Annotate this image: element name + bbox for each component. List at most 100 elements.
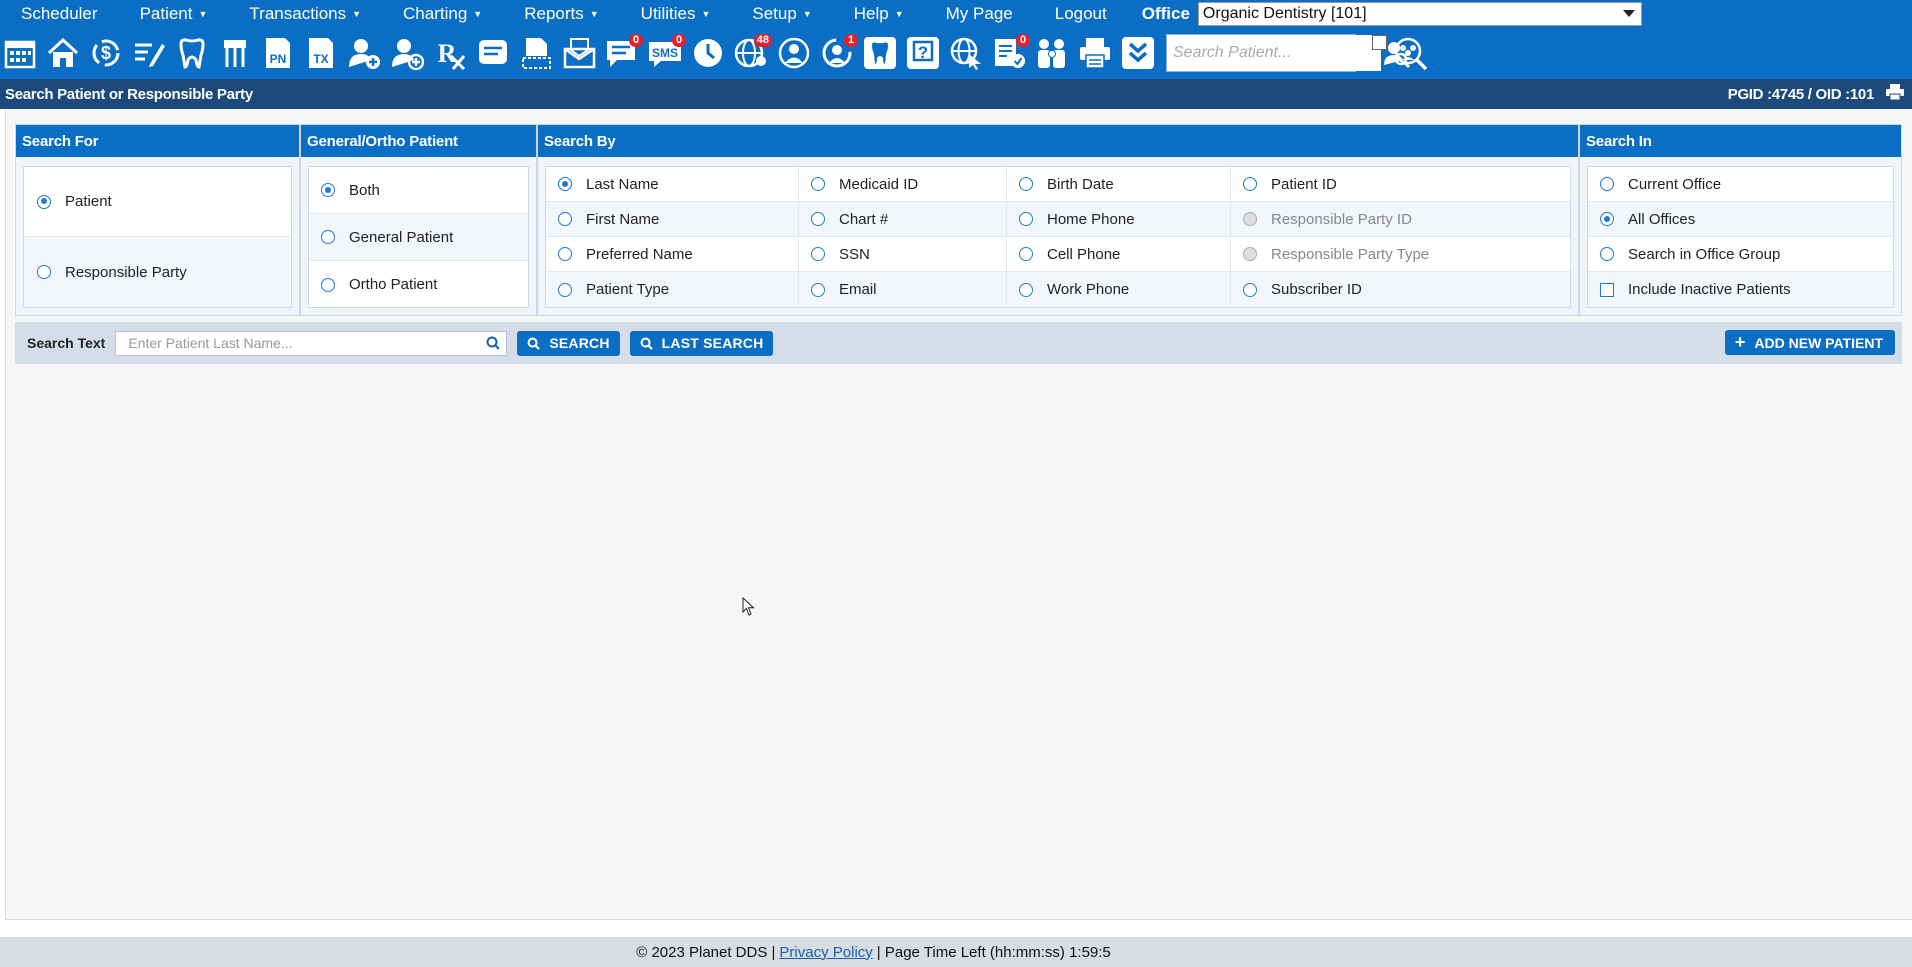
- menu-logout[interactable]: Logout: [1034, 4, 1128, 24]
- radio-button[interactable]: [321, 183, 335, 197]
- radio-button[interactable]: [558, 177, 572, 191]
- treatment-icon[interactable]: TX: [303, 33, 339, 73]
- search-text-field[interactable]: [115, 330, 508, 356]
- radio-button[interactable]: [1600, 247, 1614, 261]
- forms-icon[interactable]: 0: [991, 33, 1030, 73]
- menu-scheduler[interactable]: Scheduler: [0, 4, 119, 24]
- radio-birth-date[interactable]: Birth Date: [1007, 167, 1231, 201]
- radio-button[interactable]: [1019, 282, 1033, 297]
- radio-button[interactable]: [1019, 177, 1033, 191]
- calendar-icon[interactable]: [2, 33, 38, 73]
- radio-button[interactable]: [558, 282, 572, 297]
- globe-icon[interactable]: [776, 33, 812, 73]
- add-responsible-icon[interactable]: [389, 33, 425, 73]
- search-text-input[interactable]: [128, 335, 481, 351]
- radio-patient-id[interactable]: Patient ID: [1231, 167, 1570, 201]
- radio-button[interactable]: [1600, 212, 1614, 226]
- radio-button[interactable]: [321, 230, 335, 244]
- web-icon[interactable]: [948, 33, 984, 73]
- radio-button[interactable]: [558, 247, 572, 261]
- sms-icon[interactable]: SMS 0: [647, 33, 686, 73]
- search-by-row: Last Name Medicaid ID Birth Date Patient ID: [546, 167, 1570, 202]
- radio-ortho-patient[interactable]: Ortho Patient: [309, 261, 528, 308]
- office-select[interactable]: Organic Dentistry [101]: [1197, 1, 1642, 26]
- radio-first-name[interactable]: First Name: [546, 202, 799, 236]
- menu-utilities[interactable]: Utilities ▼: [620, 4, 732, 24]
- print-icon[interactable]: [1077, 33, 1113, 73]
- dollar-icon[interactable]: $: [88, 33, 124, 73]
- help-tile-icon[interactable]: ?: [905, 33, 941, 73]
- radio-button[interactable]: [558, 212, 572, 226]
- search-button[interactable]: SEARCH: [517, 330, 620, 356]
- radio-current-office[interactable]: Current Office: [1588, 167, 1893, 202]
- radio-button[interactable]: [811, 177, 825, 191]
- search-magnifier-icon[interactable]: [480, 336, 506, 350]
- radio-button[interactable]: [811, 212, 825, 226]
- mail-icon[interactable]: [561, 33, 597, 73]
- include-inactive-checkbox-option[interactable]: Include Inactive Patients: [1588, 272, 1893, 307]
- family-icon[interactable]: [1034, 33, 1070, 73]
- include-inactive-checkbox[interactable]: [1600, 282, 1614, 297]
- radio-responsible-party[interactable]: Responsible Party: [24, 237, 291, 307]
- online-patients-icon[interactable]: 48: [733, 33, 772, 73]
- radio-home-phone[interactable]: Home Phone: [1007, 202, 1231, 236]
- tooth-icon[interactable]: [174, 33, 210, 73]
- menu-setup[interactable]: Setup ▼: [731, 4, 832, 24]
- patient-quick-search[interactable]: [1166, 34, 1411, 72]
- menu-transactions[interactable]: Transactions ▼: [228, 4, 382, 24]
- radio-patient-type[interactable]: Patient Type: [546, 272, 799, 307]
- tooth-roots-icon[interactable]: [217, 33, 253, 73]
- menu-patient[interactable]: Patient ▼: [119, 4, 229, 24]
- toolbar-checkbox[interactable]: [1372, 35, 1387, 50]
- radio-cell-phone[interactable]: Cell Phone: [1007, 237, 1231, 271]
- radio-preferred-name[interactable]: Preferred Name: [546, 237, 799, 271]
- add-new-patient-button[interactable]: + ADD NEW PATIENT: [1724, 330, 1895, 355]
- radio-button[interactable]: [811, 282, 825, 297]
- radio-button[interactable]: [1600, 177, 1614, 191]
- clock-icon[interactable]: [690, 33, 726, 73]
- expand-icon[interactable]: [1120, 33, 1156, 73]
- radio-button[interactable]: [37, 265, 51, 279]
- menu-help[interactable]: Help ▼: [833, 4, 925, 24]
- progress-notes-icon[interactable]: PN: [260, 33, 296, 73]
- radio-button[interactable]: [37, 194, 51, 209]
- radio-ssn[interactable]: SSN: [799, 237, 1007, 271]
- home-icon[interactable]: [45, 33, 81, 73]
- radio-button[interactable]: [1243, 177, 1257, 191]
- radio-all-offices[interactable]: All Offices: [1588, 202, 1893, 237]
- menu-my-page[interactable]: My Page: [925, 4, 1034, 24]
- search-icon: [527, 337, 541, 350]
- radio-search-in-office-group[interactable]: Search in Office Group: [1588, 237, 1893, 272]
- group-search-icon[interactable]: [1393, 33, 1429, 73]
- radio-last-name[interactable]: Last Name: [546, 167, 799, 201]
- last-search-button[interactable]: LAST SEARCH: [629, 330, 774, 356]
- radio-email[interactable]: Email: [799, 272, 1007, 307]
- radio-chart[interactable]: Chart #: [799, 202, 1007, 236]
- add-patient-icon[interactable]: [346, 33, 382, 73]
- edit-list-icon[interactable]: [131, 33, 167, 73]
- radio-work-phone[interactable]: Work Phone: [1007, 272, 1231, 307]
- radio-patient[interactable]: Patient: [24, 167, 291, 237]
- radio-medicaid-id[interactable]: Medicaid ID: [799, 167, 1007, 201]
- search-by-row: Preferred Name SSN Cell Phone Responsible P…: [546, 237, 1570, 272]
- recall-icon[interactable]: 1: [819, 33, 858, 73]
- radio-both[interactable]: Both: [309, 167, 528, 214]
- document-icon[interactable]: [518, 33, 554, 73]
- radio-subscriber-id[interactable]: Subscriber ID: [1231, 272, 1570, 307]
- messages-icon[interactable]: 0: [604, 33, 643, 73]
- menu-reports[interactable]: Reports ▼: [503, 4, 619, 24]
- radio-general-patient[interactable]: General Patient: [309, 214, 528, 261]
- radio-button[interactable]: [1019, 212, 1033, 226]
- radio-button[interactable]: [811, 247, 825, 261]
- radio-button[interactable]: [321, 277, 335, 292]
- notification-badge: 0: [1016, 34, 1030, 47]
- privacy-policy-link[interactable]: Privacy Policy: [779, 944, 872, 961]
- radio-button[interactable]: [1019, 247, 1033, 261]
- patient-search-input[interactable]: [1167, 35, 1381, 71]
- notes-icon[interactable]: [475, 33, 511, 73]
- print-page-icon[interactable]: [1886, 84, 1904, 104]
- tooth-tile-icon[interactable]: [862, 33, 898, 73]
- prescription-icon[interactable]: R: [432, 33, 468, 73]
- radio-button[interactable]: [1243, 282, 1257, 297]
- menu-charting[interactable]: Charting ▼: [382, 4, 503, 24]
